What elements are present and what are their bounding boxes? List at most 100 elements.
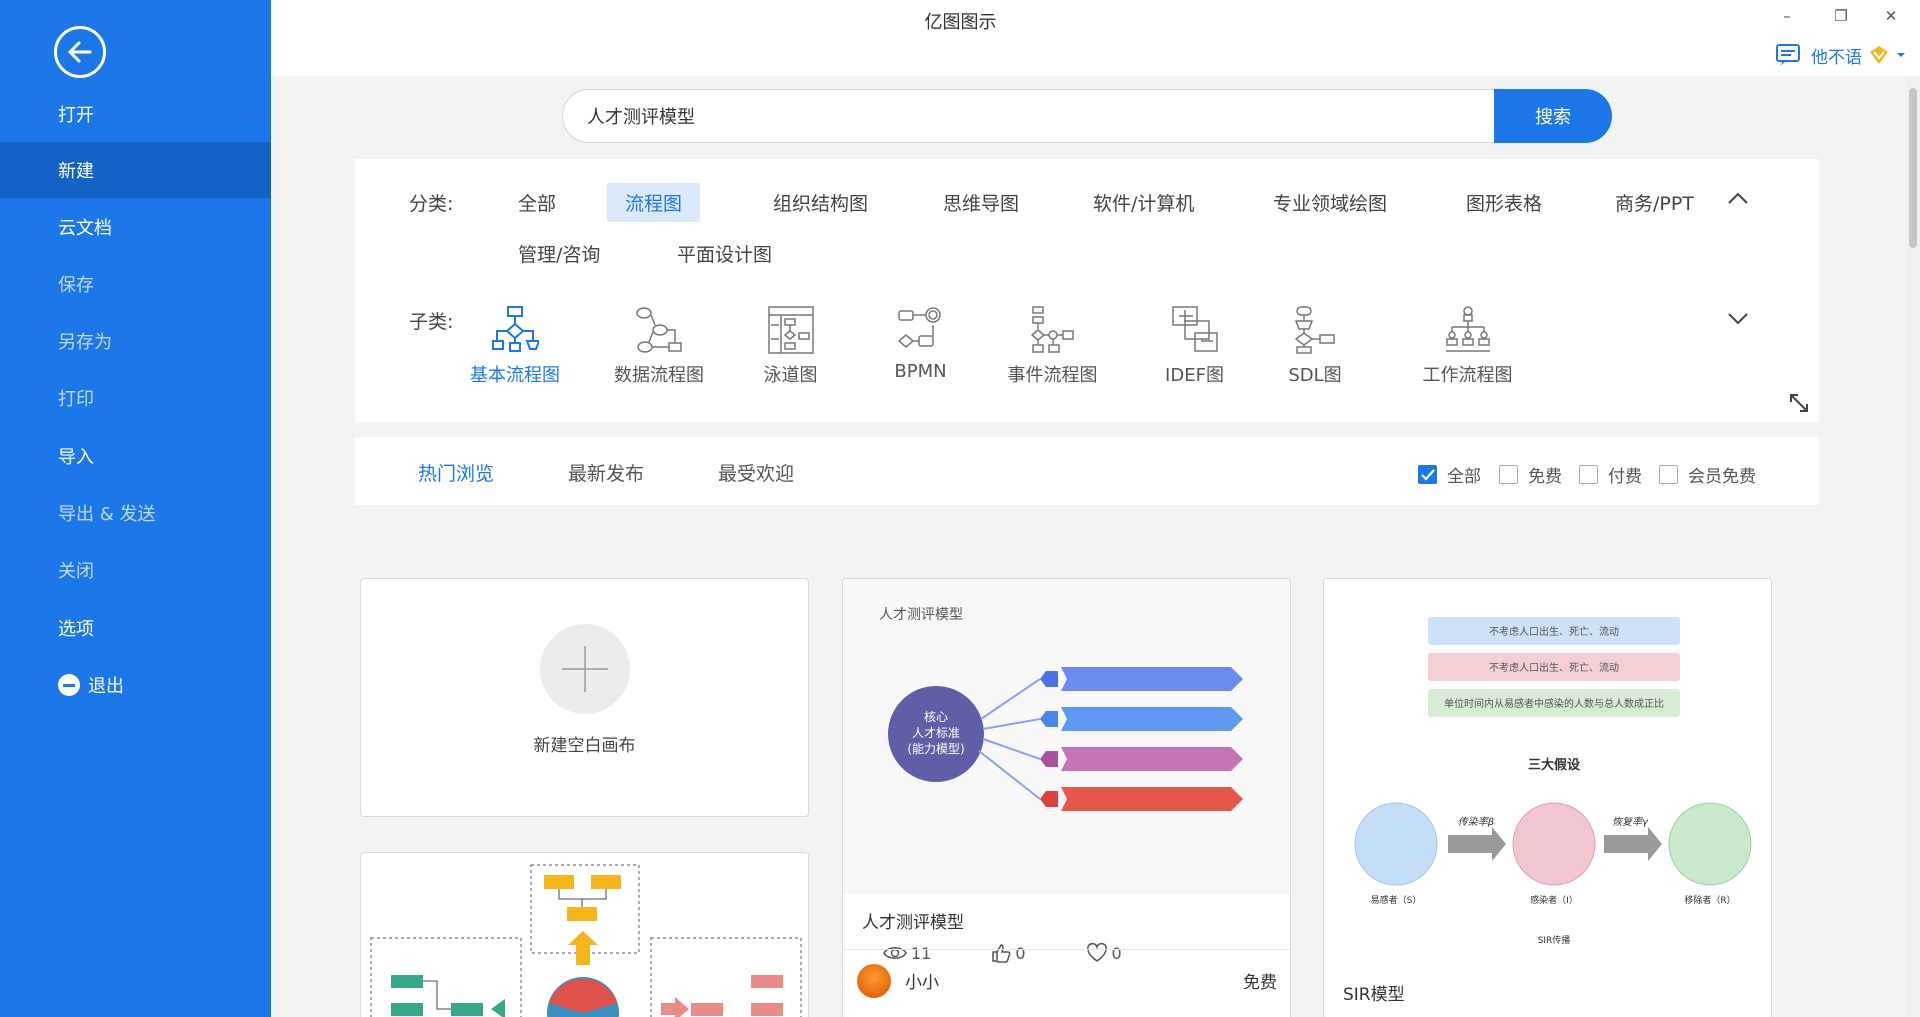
- template-card-flow[interactable]: [360, 852, 809, 1017]
- price-label: 免费: [1243, 973, 1277, 993]
- search-button[interactable]: 搜索: [1494, 89, 1612, 143]
- subcategory-basic-flowchart[interactable]: 基本流程图: [450, 305, 580, 387]
- sidebar-item-label: 新建: [58, 161, 94, 182]
- checkbox-icon: [1659, 465, 1678, 484]
- filter-label: 付费: [1608, 467, 1642, 487]
- preview-title: 人才测评模型: [879, 607, 963, 623]
- sidebar-item-label: 打开: [58, 105, 94, 126]
- category-professional[interactable]: 专业领域绘图: [1255, 183, 1405, 222]
- sir-arrow-label: 传染率β: [1458, 816, 1495, 828]
- template-preview-image: [361, 853, 808, 1017]
- sidebar-item-options[interactable]: 选项: [0, 600, 271, 656]
- template-card-sir[interactable]: 不考虑人口出生、死亡、流动 不考虑人口出生、死亡、流动 单位时间内从易感者中感染…: [1323, 578, 1772, 1017]
- category-software[interactable]: 软件/计算机: [1075, 183, 1212, 222]
- category-tables[interactable]: 图形表格: [1448, 183, 1560, 222]
- sir-banner: 不考虑人口出生、死亡、流动: [1489, 625, 1619, 638]
- filter-member-free[interactable]: 会员免费: [1659, 462, 1756, 487]
- sidebar-item-label: 云文档: [58, 218, 112, 239]
- message-icon: [1776, 44, 1800, 66]
- checkbox-checked-icon: [1418, 465, 1437, 484]
- subcategory-sdl[interactable]: SDL图: [1270, 305, 1360, 387]
- search-input[interactable]: [563, 90, 1521, 142]
- tab-newest[interactable]: 最新发布: [568, 459, 644, 486]
- new-blank-canvas-card[interactable]: 新建空白画布: [360, 578, 809, 817]
- category-business[interactable]: 商务/PPT: [1597, 183, 1712, 222]
- subcategory-data-flowchart[interactable]: 数据流程图: [594, 305, 724, 387]
- sir-heading: 三大假设: [1528, 757, 1581, 773]
- category-label: 分类:: [409, 193, 454, 215]
- template-card-talent[interactable]: 人才测评模型 核心 人才标准 (能力模型) 人才测评模型 11 0 0 小小 免…: [842, 578, 1291, 1017]
- minimize-button[interactable]: –: [1772, 4, 1802, 28]
- user-menu[interactable]: 他不语: [1775, 42, 1906, 68]
- subcategory-idef[interactable]: IDEF图: [1142, 305, 1247, 387]
- sidebar-item-print[interactable]: 打印: [0, 370, 271, 426]
- sidebar-item-close[interactable]: 关闭: [0, 542, 271, 598]
- category-panel: 分类: 全部 流程图 组织结构图 思维导图 软件/计算机 专业领域绘图 图形表格…: [355, 159, 1819, 422]
- filter-label: 会员免费: [1688, 467, 1756, 487]
- category-all[interactable]: 全部: [500, 183, 574, 222]
- author-row: 小小 免费: [843, 949, 1290, 999]
- event-flowchart-icon: [1030, 306, 1074, 353]
- sidebar-item-open[interactable]: 打开: [0, 86, 271, 142]
- exit-icon: [58, 674, 80, 696]
- template-title: SIR模型: [1343, 985, 1405, 1005]
- sidebar-item-import[interactable]: 导入: [0, 428, 271, 484]
- plus-icon: [540, 624, 630, 714]
- tab-popular[interactable]: 最受欢迎: [718, 459, 794, 486]
- sidebar-item-exit[interactable]: 退出: [0, 657, 271, 713]
- sidebar-item-cloud[interactable]: 云文档: [0, 199, 271, 255]
- subcategory-label-text: 基本流程图: [470, 365, 560, 386]
- sir-banner: 不考虑人口出生、死亡、流动: [1489, 661, 1619, 674]
- subcategory-event-flowchart[interactable]: 事件流程图: [975, 305, 1130, 387]
- subcategory-label-text: IDEF图: [1165, 365, 1224, 386]
- swimlane-icon: [767, 306, 814, 354]
- category-mind-map[interactable]: 思维导图: [925, 183, 1037, 222]
- filter-paid[interactable]: 付费: [1579, 462, 1642, 487]
- back-button[interactable]: [54, 26, 106, 78]
- restore-button[interactable]: ❐: [1826, 4, 1856, 28]
- sidebar-item-label: 另存为: [58, 332, 112, 353]
- chevron-down-icon[interactable]: [1727, 312, 1749, 326]
- filter-all[interactable]: 全部: [1418, 462, 1481, 487]
- sidebar-item-label: 打印: [58, 389, 94, 410]
- sir-node-label: 移除者（R）: [1684, 894, 1735, 906]
- scrollbar[interactable]: [1906, 76, 1920, 1017]
- close-button[interactable]: ✕: [1876, 4, 1906, 28]
- filter-free[interactable]: 免费: [1499, 462, 1562, 487]
- chevron-up-icon[interactable]: [1727, 191, 1749, 205]
- data-flowchart-icon: [636, 307, 682, 353]
- sidebar-item-save[interactable]: 保存: [0, 256, 271, 312]
- arrow-left-icon: [68, 41, 92, 63]
- subcategory-bpmn[interactable]: BPMN: [873, 305, 968, 382]
- sir-node-label: 易感者（S）: [1371, 894, 1422, 906]
- category-graphic-design[interactable]: 平面设计图: [659, 234, 790, 273]
- sort-bar: 热门浏览 最新发布 最受欢迎 全部 免费 付费 会员免费: [355, 437, 1819, 505]
- category-org-chart[interactable]: 组织结构图: [755, 183, 886, 222]
- basic-flowchart-icon: [492, 306, 539, 352]
- category-flowchart[interactable]: 流程图: [607, 183, 701, 222]
- subcategory-label: 子类:: [409, 311, 454, 333]
- user-name: 他不语: [1811, 47, 1862, 68]
- sidebar-item-label: 导出 & 发送: [58, 504, 156, 525]
- idef-icon: [1171, 306, 1218, 352]
- checkbox-icon: [1579, 465, 1598, 484]
- sidebar-item-label: 选项: [58, 619, 94, 640]
- avatar: [857, 964, 891, 998]
- subcategory-workflow[interactable]: 工作流程图: [1390, 305, 1545, 387]
- scrollbar-thumb[interactable]: [1909, 88, 1917, 248]
- category-management[interactable]: 管理/咨询: [500, 234, 618, 273]
- sidebar-item-save-as[interactable]: 另存为: [0, 313, 271, 369]
- title-bar: 亿图图示 – ❐ ✕ 他不语: [271, 0, 1920, 76]
- subcategory-swimlane[interactable]: 泳道图: [743, 305, 838, 387]
- template-title: 人才测评模型: [862, 913, 964, 933]
- tab-hot[interactable]: 热门浏览: [418, 459, 494, 486]
- sir-model-preview-image: 不考虑人口出生、死亡、流动 不考虑人口出生、死亡、流动 单位时间内从易感者中感染…: [1324, 579, 1771, 959]
- preview-center-text: 核心: [924, 710, 948, 724]
- talent-model-preview-image: 人才测评模型 核心 人才标准 (能力模型): [843, 579, 1290, 894]
- search-box: [562, 89, 1522, 143]
- sidebar-item-export[interactable]: 导出 & 发送: [0, 485, 271, 541]
- subcategory-label-text: 泳道图: [763, 365, 818, 386]
- expand-icon[interactable]: [1788, 392, 1810, 414]
- sidebar-item-new[interactable]: 新建: [0, 142, 271, 198]
- sidebar: 打开 新建 云文档 保存 另存为 打印 导入 导出 & 发送 关闭 选项 退出: [0, 0, 271, 1017]
